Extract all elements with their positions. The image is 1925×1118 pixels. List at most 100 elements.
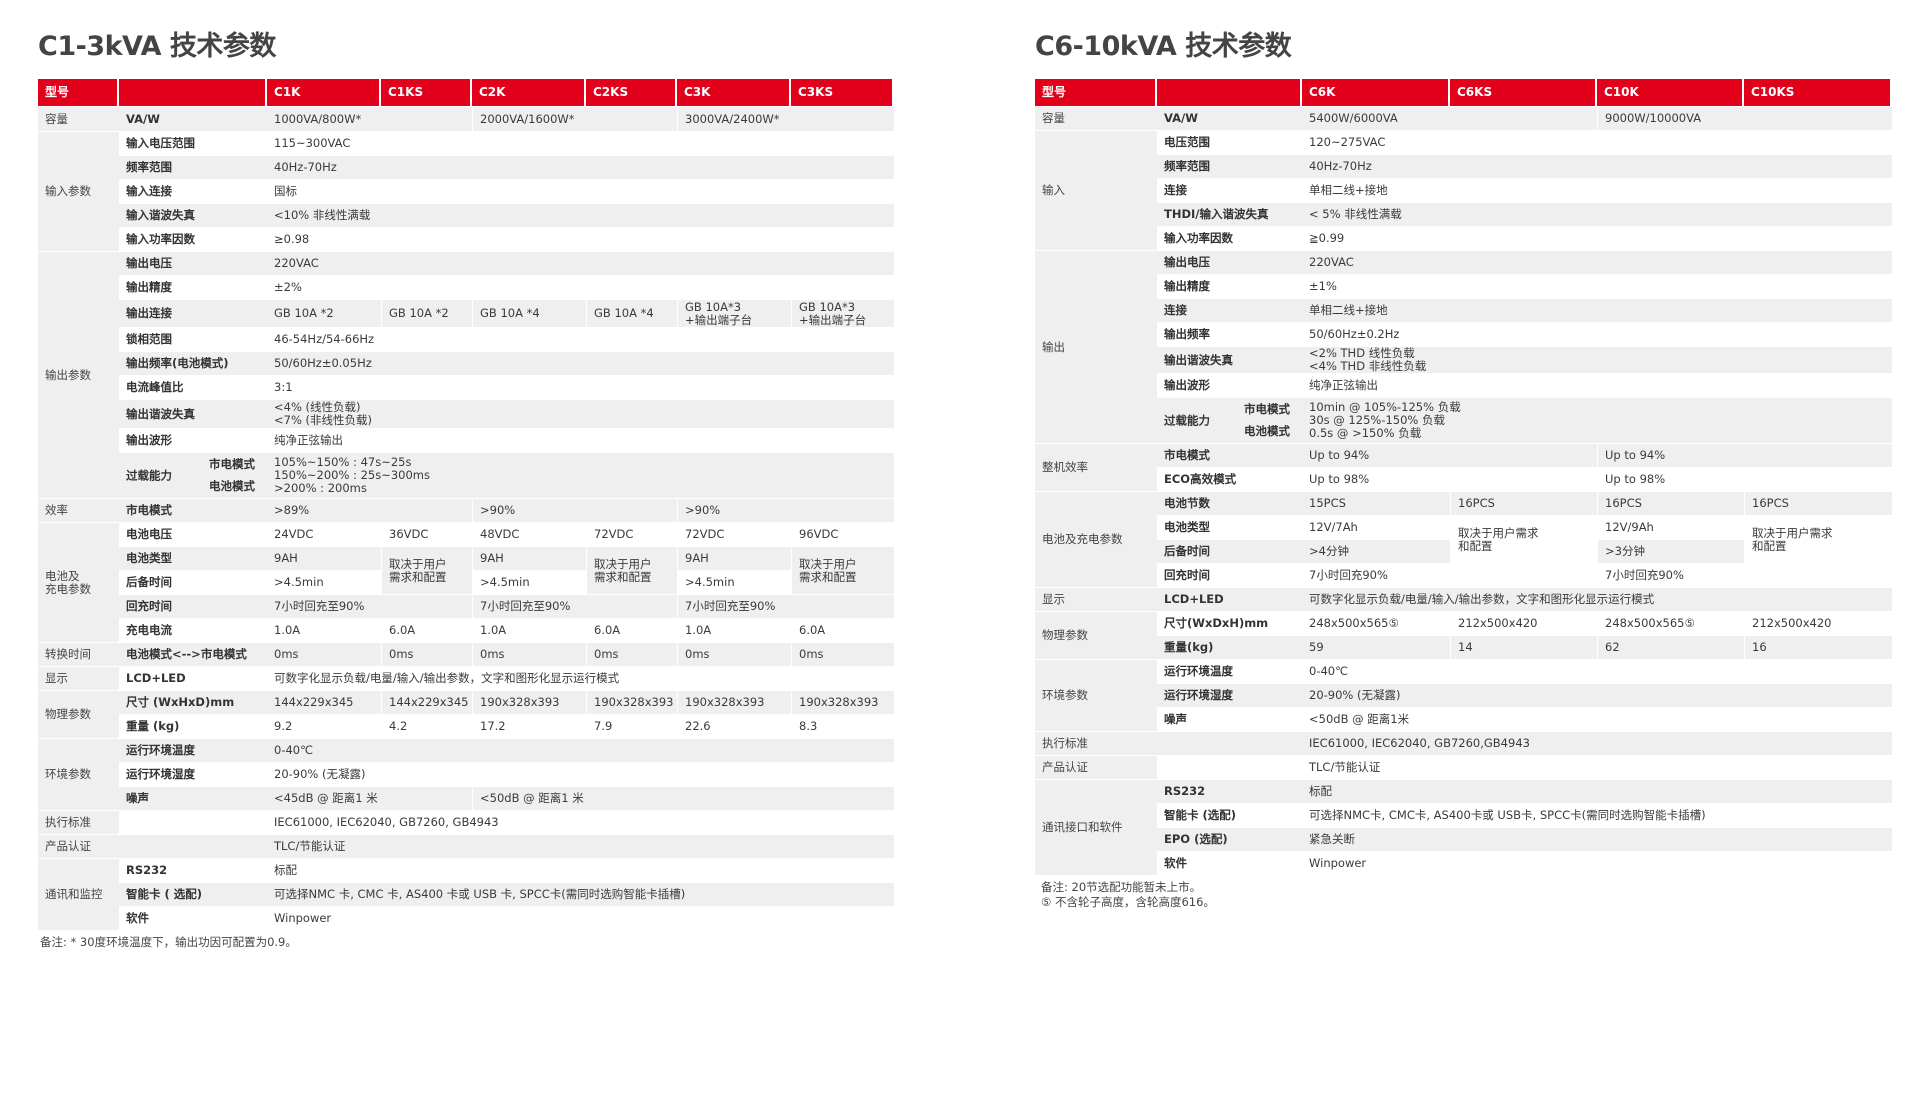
table-row: 回充时间 7小时回充至90% 7小时回充至90% 7小时回充至90% bbox=[38, 595, 894, 618]
header-model-label: 型号 bbox=[1035, 79, 1157, 106]
header-model-c1ks: C1KS bbox=[381, 79, 472, 106]
table-row: 电池及充电参数 电池节数 15PCS 16PCS 16PCS 16PCS bbox=[1035, 492, 1892, 587]
category-cell: 执行标准 bbox=[1035, 732, 1157, 755]
table-row: 容量 VA/W 5400W/6000VA 9000W/10000VA bbox=[1035, 107, 1892, 130]
table-row: 物理参数 尺寸 (WxHxD)mm 144x229x345 144x229x345 19… bbox=[38, 691, 894, 738]
table-row: 执行标准 IEC61000, IEC62040, GB7260, GB4943 bbox=[38, 811, 894, 834]
value-cell: GB 10A*3 +输出端子台 bbox=[791, 300, 894, 327]
parameter-cell: 噪声 bbox=[1157, 708, 1302, 731]
value-cell: 220VAC bbox=[267, 252, 894, 275]
parameter-cell: 输出谐波失真 bbox=[1157, 347, 1302, 373]
table-row: 输入谐波失真 <10% 非线性满载 bbox=[38, 204, 894, 227]
parameter-cell: VA/W bbox=[1157, 107, 1302, 130]
value-cell: Up to 98% bbox=[1302, 468, 1597, 491]
table-header-row: 型号 C6K C6KS C10K C10KS bbox=[1035, 79, 1892, 106]
value-cell: IEC61000, IEC62040, GB7260,GB4943 bbox=[1302, 732, 1892, 755]
category-cell: 电池及充电参数 bbox=[1035, 492, 1157, 587]
value-cell: 50/60Hz±0.05Hz bbox=[267, 352, 894, 375]
parameter-cell: 电压范围 bbox=[1157, 131, 1302, 154]
value-cell: 59 bbox=[1302, 636, 1450, 659]
table-row: 智能卡 (选配) 可选择NMC卡, CMC卡, AS400卡或 USB卡, SPC… bbox=[1035, 804, 1892, 827]
category-cell: 产品认证 bbox=[1035, 756, 1157, 779]
value-cell: 3:1 bbox=[267, 376, 894, 399]
table-row: 执行标准 IEC61000, IEC62040, GB7260,GB4943 bbox=[1035, 732, 1892, 755]
parameter-cell: ECO高效模式 bbox=[1157, 468, 1302, 491]
table-row: 显示 LCD+LED 可数字化显示负载/电量/输入/输出参数，文字和图形化显示运行模… bbox=[1035, 588, 1892, 611]
table-row: 频率范围 40Hz-70Hz bbox=[38, 156, 894, 179]
value-cell: 1000VA/800W* bbox=[267, 107, 472, 131]
overload-label: 过载能力 bbox=[126, 468, 172, 482]
value-cell: 62 bbox=[1597, 636, 1744, 659]
parameter-cell: 输出频率 bbox=[1157, 323, 1302, 346]
mains-mode-label: 市电模式 bbox=[209, 456, 255, 471]
value-cell: >90% bbox=[677, 499, 894, 522]
value-cell: Up to 98% bbox=[1597, 468, 1892, 491]
value-cell: 16PCS bbox=[1744, 492, 1892, 515]
value-cell: <4% (线性负载) <7% (非线性负载) bbox=[267, 400, 894, 428]
right-section-title: C6-10kVA 技术参数 bbox=[1035, 31, 1292, 62]
value-cell: 72VDC bbox=[586, 523, 677, 546]
value-cell: GB 10A *4 bbox=[586, 300, 677, 327]
table-row: 输入功率因数 ≥0.98 bbox=[38, 228, 894, 251]
parameter-cell: VA/W bbox=[119, 107, 267, 131]
parameter-cell: 电池类型 bbox=[1157, 516, 1302, 539]
table-row: 输入功率因数 ≧0.99 bbox=[1035, 227, 1892, 250]
parameter-cell: 连接 bbox=[1157, 299, 1302, 322]
category-cell: 通讯和监控 bbox=[38, 859, 119, 930]
parameter-cell: 软件 bbox=[1157, 852, 1302, 875]
value-cell: 可选择NMC卡, CMC卡, AS400卡或 USB卡, SPCC卡(需同时选购… bbox=[1302, 804, 1892, 827]
table-row: 产品认证 TLC/节能认证 bbox=[1035, 756, 1892, 779]
table-row: 智能卡 ( 选配) 可选择NMC 卡, CMC 卡, AS400 卡或 USB 卡… bbox=[38, 883, 894, 906]
value-cell: 190x328x393 bbox=[791, 691, 894, 714]
table-row: 输入连接 国标 bbox=[38, 180, 894, 203]
value-cell: 190x328x393 bbox=[586, 691, 677, 714]
parameter-cell: 充电电流 bbox=[119, 619, 267, 642]
category-cell: 容量 bbox=[38, 107, 119, 131]
value-cell: 36VDC bbox=[381, 523, 472, 546]
category-cell: 物理参数 bbox=[38, 691, 119, 738]
value-cell: 国标 bbox=[267, 180, 894, 203]
mains-mode-label: 市电模式 bbox=[1244, 401, 1290, 416]
table-row: THDI/输入谐波失真 < 5% 非线性满载 bbox=[1035, 203, 1892, 226]
parameter-cell bbox=[1157, 732, 1302, 755]
value-cell: 1.0A bbox=[472, 619, 586, 642]
table-row: 重量 (kg) 9.2 4.2 17.2 7.9 22.6 8.3 bbox=[38, 715, 894, 738]
table-row: 电池类型 12V/7Ah 取决于用户需求 和配置 12V/9Ah 取决于用户需求 和配置 bbox=[1035, 516, 1892, 563]
table-row: 输入参数 输入电压范围 115~300VAC bbox=[38, 132, 894, 251]
parameter-cell: 运行环境湿度 bbox=[119, 763, 267, 786]
value-cell: 10min @ 105%-125% 负载 30s @ 125%-150% 负载 … bbox=[1302, 398, 1892, 443]
header-model-c10k: C10K bbox=[1597, 79, 1744, 106]
value-cell: 115~300VAC bbox=[267, 132, 894, 155]
value-cell: < 5% 非线性满载 bbox=[1302, 203, 1892, 226]
parameter-cell: 频率范围 bbox=[1157, 155, 1302, 178]
table-row: 软件 Winpower bbox=[1035, 852, 1892, 875]
table-row: 噪声 <50dB @ 距离1米 bbox=[1035, 708, 1892, 731]
value-cell: 单相二线+接地 bbox=[1302, 299, 1892, 322]
category-cell: 显示 bbox=[38, 667, 119, 690]
parameter-cell: 输出连接 bbox=[119, 300, 267, 327]
value-cell: 0-40℃ bbox=[267, 739, 894, 762]
table-row: 输出波形 纯净正弦输出 bbox=[38, 429, 894, 452]
value-cell: 取决于用户 需求和配置 bbox=[586, 547, 677, 594]
category-cell: 输出参数 bbox=[38, 252, 119, 498]
value-cell: 0-40℃ bbox=[1302, 660, 1892, 683]
table-row: 通讯和监控 RS232 标配 bbox=[38, 859, 894, 930]
value-cell: 12V/9Ah bbox=[1597, 516, 1744, 539]
category-cell: 容量 bbox=[1035, 107, 1157, 130]
value-cell: 17.2 bbox=[472, 715, 586, 738]
category-cell: 环境参数 bbox=[38, 739, 119, 810]
value-cell: 12V/7Ah bbox=[1302, 516, 1450, 539]
overload-modes: 市电模式 电池模式 bbox=[209, 453, 267, 498]
parameter-cell: 输出精度 bbox=[1157, 275, 1302, 298]
table-row: 通讯接口和软件 RS232 标配 bbox=[1035, 780, 1892, 875]
value-cell: Winpower bbox=[1302, 852, 1892, 875]
value-cell: 7小时回充至90% bbox=[472, 595, 677, 618]
table-row: 输出波形 纯净正弦输出 bbox=[1035, 374, 1892, 397]
category-cell: 输入 bbox=[1035, 131, 1157, 250]
header-model-c3k: C3K bbox=[677, 79, 791, 106]
parameter-cell: 重量 (kg) bbox=[119, 715, 267, 738]
value-cell: >4.5min bbox=[677, 571, 791, 594]
table-row: 输入 电压范围 120~275VAC bbox=[1035, 131, 1892, 250]
category-cell: 环境参数 bbox=[1035, 660, 1157, 731]
value-cell: 248x500x565⑤ bbox=[1302, 612, 1450, 635]
